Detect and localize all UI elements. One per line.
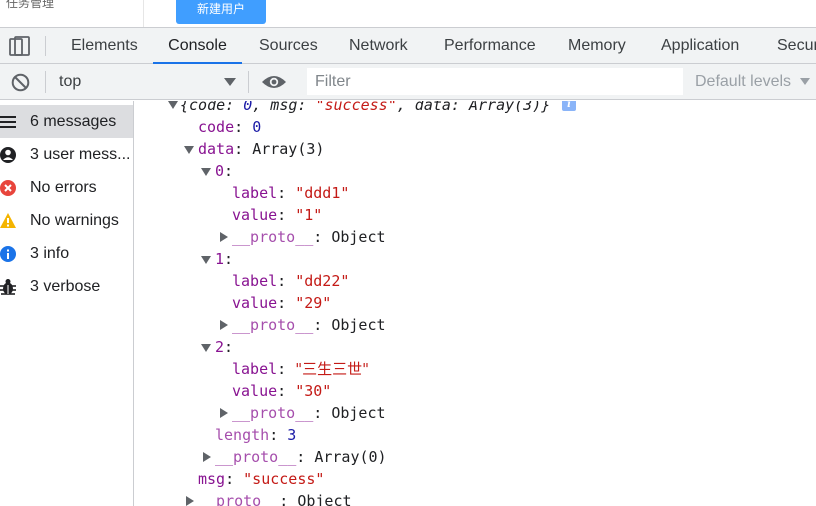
property-value: value: "1" [232,206,323,224]
expand-arrow-icon[interactable] [220,320,228,330]
expand-arrow-icon[interactable] [220,408,228,418]
collapse-arrow-icon[interactable] [201,168,211,176]
expand-arrow-icon[interactable] [186,496,194,506]
tab-console[interactable]: Console [153,28,242,64]
collapse-arrow-icon[interactable] [184,146,194,154]
property-value: value: "29" [232,294,332,312]
list-icon [0,116,16,128]
bug-icon [0,279,16,295]
sidebar-item-label: 3 info [30,245,70,262]
sidebar-item-label: 3 verbose [30,278,101,295]
property-root-proto[interactable]: __proto__: Object [198,490,352,506]
sidebar-item-label: No warnings [30,212,119,229]
sidebar-item-messages[interactable]: 6 messages [0,105,133,138]
tab-network[interactable]: Network [349,28,408,64]
filter-input[interactable] [307,68,683,95]
sidebar-item-warnings[interactable]: No warnings [0,204,133,237]
context-dropdown-icon[interactable] [224,78,236,86]
property-value: value: "30" [232,382,332,400]
context-selector[interactable]: top [59,64,81,100]
property-proto[interactable]: __proto__: Object [232,314,386,336]
property-label: label: "三生三世" [232,360,370,378]
log-levels-dropdown[interactable]: Default levels [695,64,791,100]
property-proto[interactable]: __proto__: Object [232,226,386,248]
array-index-1[interactable]: 1: [215,248,233,270]
tab-memory[interactable]: Memory [568,28,626,64]
tab-application[interactable]: Application [661,28,739,64]
array-index-0[interactable]: 0: [215,160,233,182]
sidebar-item-verbose[interactable]: 3 verbose [0,270,133,303]
page-strip: 任务管理 新建用户 [0,0,816,27]
device-toggle-icon[interactable] [9,36,31,56]
tab-sources[interactable]: Sources [259,28,318,64]
property-label: label: "ddd1" [232,184,350,202]
collapse-arrow-icon[interactable] [201,344,211,352]
property-data[interactable]: data: Array(3) [198,138,324,160]
property-length: length: 3 [215,426,297,444]
tabbar-separator [45,36,46,56]
toolbar-separator [45,71,46,93]
chevron-down-icon[interactable] [800,78,810,85]
property-code: code: 0 [198,118,262,136]
error-icon [0,180,16,196]
property-msg: msg: "success" [198,470,325,488]
page-partial-text: 任务管理 [6,0,55,10]
console-sidebar: 6 messages 3 user mess... No errors No w… [0,101,134,506]
console-output: {code: 0, msg: "success", data: Array(3)… [134,101,816,506]
object-summary[interactable]: {code: 0, msg: "success", data: Array(3)… [180,101,550,116]
property-label: label: "dd22" [232,272,350,290]
tab-security[interactable]: Secur [777,28,816,64]
new-user-button[interactable]: 新建用户 [176,0,266,24]
info-badge-icon[interactable]: i [562,101,576,111]
tab-performance[interactable]: Performance [444,28,536,64]
expand-arrow-icon[interactable] [203,452,211,462]
sidebar-item-user-messages[interactable]: 3 user mess... [0,138,133,171]
console-toolbar: top Default levels [0,64,816,100]
property-array-proto[interactable]: __proto__: Array(0) [215,446,387,468]
property-proto[interactable]: __proto__: Object [232,402,386,424]
sidebar-item-label: 3 user mess... [30,146,131,163]
collapse-arrow-icon[interactable] [168,101,178,109]
array-index-2[interactable]: 2: [215,336,233,358]
page-divider [143,0,144,27]
user-icon [0,147,16,163]
eye-icon[interactable] [261,74,287,90]
info-icon [0,246,16,262]
tab-elements[interactable]: Elements [71,28,138,64]
sidebar-item-info[interactable]: 3 info [0,237,133,270]
warning-icon [0,213,16,228]
sidebar-item-label: No errors [30,179,97,196]
collapse-arrow-icon[interactable] [201,256,211,264]
clear-console-icon[interactable] [11,73,30,92]
sidebar-item-label: 6 messages [30,113,117,130]
devtools-tabbar: Elements Console Sources Network Perform… [0,27,816,64]
expand-arrow-icon[interactable] [220,232,228,242]
toolbar-separator [248,71,249,93]
sidebar-item-errors[interactable]: No errors [0,171,133,204]
